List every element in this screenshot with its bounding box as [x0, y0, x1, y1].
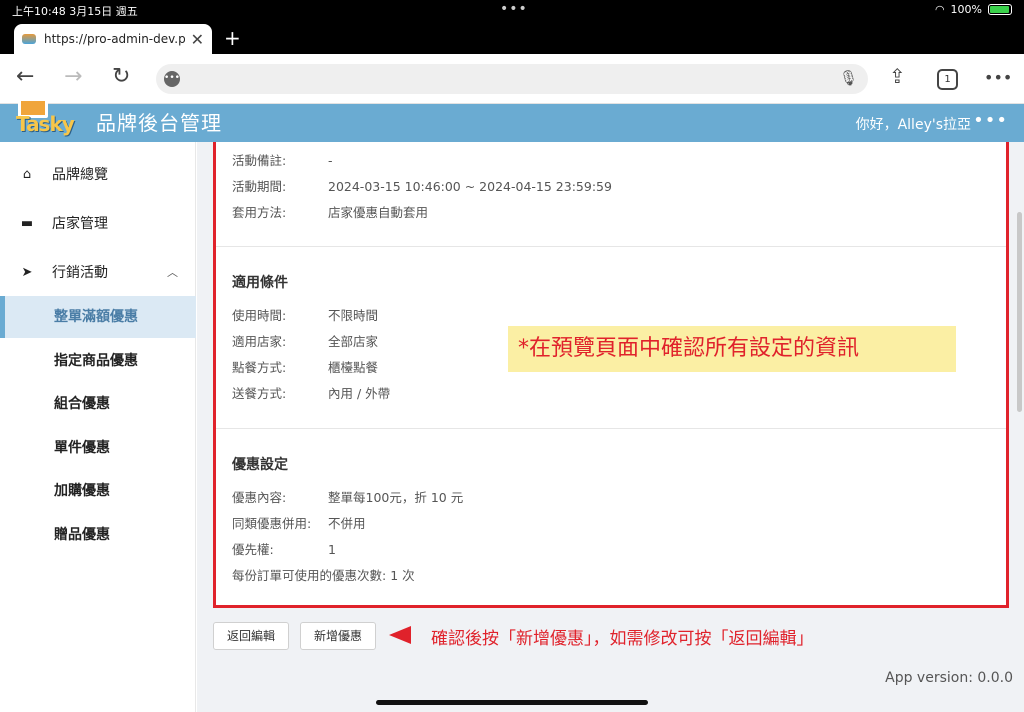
pointer-arrow-icon: [389, 626, 411, 644]
sidebar-item-stores[interactable]: ▬ 店家管理: [0, 203, 196, 243]
store-icon: ▬: [20, 215, 34, 231]
detail-row-priority: 優先權: 1: [232, 542, 336, 557]
sidebar-subitem-single-discount[interactable]: 單件優惠: [0, 427, 196, 469]
sidebar-item-label: 店家管理: [52, 216, 108, 232]
sidebar-subitem-combo-discount[interactable]: 組合優惠: [0, 383, 196, 425]
sidebar-subitem-product-discount[interactable]: 指定商品優惠: [0, 340, 196, 382]
app-version: App version: 0.0.0: [885, 670, 1013, 686]
sidebar-subitem-gift-discount[interactable]: 贈品優惠: [0, 514, 196, 556]
detail-row-combine: 同類優惠併用: 不併用: [232, 516, 366, 531]
browser-tab-strip: https://pro-admin-dev.po ✕ +: [0, 22, 1024, 54]
sidebar-item-overview[interactable]: ⌂ 品牌總覽: [0, 154, 196, 194]
detail-row-stores: 適用店家: 全部店家: [232, 334, 379, 349]
home-indicator[interactable]: [376, 700, 648, 705]
discount-settings-title: 優惠設定: [232, 457, 288, 473]
detail-row-apply-method: 套用方法: 店家優惠自動套用: [232, 205, 429, 220]
scrollbar[interactable]: [1017, 212, 1022, 412]
main-content: 活動備註: - 活動期間: 2024-03-15 10:46:00 ~ 2024-0…: [197, 142, 1024, 712]
back-arrow-icon[interactable]: ←: [16, 64, 34, 89]
user-greeting: 你好，Alley's拉亞: [855, 117, 971, 133]
section-divider: [216, 246, 1006, 247]
home-icon: ⌂: [22, 166, 32, 182]
reload-icon[interactable]: ↻: [112, 64, 130, 89]
battery-percent: 100%: [950, 3, 982, 16]
app-title: 品牌後台管理: [96, 111, 222, 135]
status-right: ◠ 100%: [935, 3, 1012, 16]
status-bar: 上午10:48 3月15日 週五 ••• ◠ 100%: [0, 0, 1024, 22]
sidebar-item-marketing[interactable]: ➤ 行銷活動 ︿: [0, 252, 196, 292]
logo-text: Tasky: [16, 112, 75, 136]
favicon-icon: [22, 34, 36, 44]
sidebar-item-label: 行銷活動: [52, 265, 108, 281]
back-edit-button[interactable]: 返回編輯: [213, 622, 289, 650]
browser-menu-icon[interactable]: •••: [984, 68, 1012, 87]
annotation-note: *在預覽頁面中確認所有設定的資訊: [508, 326, 956, 372]
sidebar: ⌂ 品牌總覽 ▬ 店家管理 ➤ 行銷活動 ︿ 整單滿額優惠 指定商品優惠 組合優…: [0, 142, 196, 712]
detail-row-usage-limit: 每份訂單可使用的優惠次數: 1 次: [232, 568, 415, 583]
annotation-instruction: 確認後按「新增優惠」，如需修改可按「返回編輯」: [431, 629, 814, 649]
share-icon[interactable]: ⇪: [889, 64, 906, 88]
tab-count-button[interactable]: 1: [937, 69, 958, 90]
browser-tab[interactable]: https://pro-admin-dev.po ✕: [14, 24, 212, 54]
site-info-icon[interactable]: •••: [164, 71, 180, 87]
section-divider: [216, 428, 1006, 429]
new-tab-icon[interactable]: +: [224, 26, 241, 50]
close-tab-icon[interactable]: ✕: [191, 30, 204, 49]
sidebar-subitem-order-discount[interactable]: 整單滿額優惠: [0, 296, 196, 338]
more-options-icon[interactable]: •••: [973, 110, 1008, 131]
detail-row-delivery-method: 送餐方式: 內用 / 外帶: [232, 386, 391, 401]
microphone-icon[interactable]: 🎙: [839, 69, 858, 87]
preview-card: 活動備註: - 活動期間: 2024-03-15 10:46:00 ~ 2024-0…: [213, 142, 1009, 608]
tab-title: https://pro-admin-dev.po: [44, 32, 185, 46]
send-icon: ➤: [21, 264, 33, 280]
add-discount-button[interactable]: 新增優惠: [300, 622, 376, 650]
detail-row-usage-time: 使用時間: 不限時間: [232, 308, 379, 323]
forward-arrow-icon[interactable]: →: [64, 64, 82, 89]
status-time: 上午10:48 3月15日 週五: [12, 5, 138, 18]
battery-icon: [988, 4, 1012, 15]
detail-row-period: 活動期間: 2024-03-15 10:46:00 ~ 2024-04-15 23…: [232, 179, 612, 194]
browser-toolbar: ← → ↻ ••• 🎙 ⇪ 1 •••: [0, 54, 1024, 104]
detail-row-note: 活動備註: -: [232, 153, 333, 168]
detail-row-order-method: 點餐方式: 櫃檯點餐: [232, 360, 379, 375]
wifi-icon: ◠: [934, 3, 945, 16]
detail-row-discount-content: 優惠內容: 整單每100元，折 10 元: [232, 490, 464, 505]
chevron-up-icon: ︿: [167, 266, 178, 279]
address-bar[interactable]: ••• 🎙: [156, 64, 868, 94]
tasky-logo[interactable]: Tasky: [16, 98, 82, 136]
sidebar-subitem-addon-discount[interactable]: 加購優惠: [0, 470, 196, 512]
multitask-dots-icon[interactable]: •••: [500, 1, 528, 17]
app-header: Tasky 品牌後台管理 你好，Alley's拉亞 •••: [0, 98, 1024, 142]
sidebar-item-label: 品牌總覽: [52, 167, 108, 183]
conditions-title: 適用條件: [232, 275, 288, 291]
